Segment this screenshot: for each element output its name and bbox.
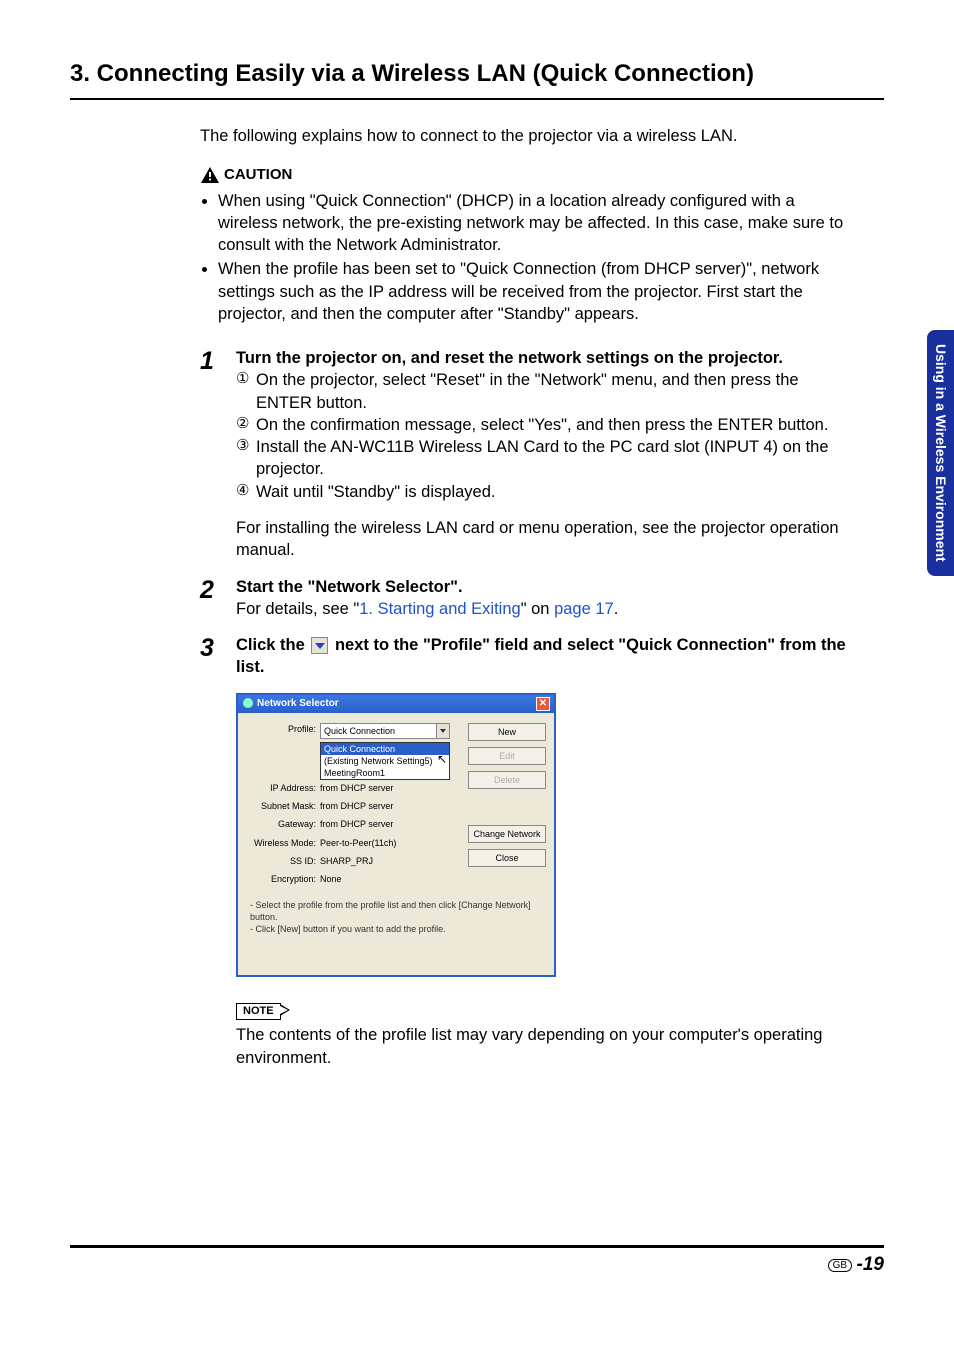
dropdown-icon — [311, 637, 328, 654]
network-selector-window: Network Selector ✕ Profile: Quick Connec… — [236, 693, 556, 978]
field-value: Peer-to-Peer(11ch) — [320, 837, 458, 849]
circled-number: ④ — [236, 481, 256, 503]
substep-text: On the confirmation message, select "Yes… — [256, 414, 828, 436]
delete-button[interactable]: Delete — [468, 771, 546, 789]
substep-text: Wait until "Standby" is displayed. — [256, 481, 495, 503]
field-label: Subnet Mask: — [246, 800, 320, 812]
titlebar: Network Selector ✕ — [238, 695, 554, 713]
circled-number: ② — [236, 414, 256, 436]
profile-label: Profile: — [246, 723, 320, 739]
cursor-icon: ↖ — [437, 751, 447, 767]
chevron-down-icon[interactable] — [436, 724, 449, 738]
new-button[interactable]: New — [468, 723, 546, 741]
caution-item: When the profile has been set to "Quick … — [218, 258, 854, 325]
close-button[interactable]: ✕ — [536, 697, 550, 711]
warning-icon — [200, 166, 220, 184]
field-label: SS ID: — [246, 855, 320, 867]
profile-dropdown-list[interactable]: Quick Connection (Existing Network Setti… — [320, 742, 450, 780]
change-network-button[interactable]: Change Network — [468, 825, 546, 843]
intro-text: The following explains how to connect to… — [200, 125, 854, 147]
field-label: Wireless Mode: — [246, 837, 320, 849]
close-button[interactable]: Close — [468, 849, 546, 867]
edit-button[interactable]: Edit — [468, 747, 546, 765]
step-3: 3 Click the next to the "Profile" field … — [200, 634, 854, 679]
caution-label: CAUTION — [200, 165, 854, 185]
step-title: Click the next to the "Profile" field an… — [236, 634, 854, 679]
note-arrow-icon — [280, 1004, 290, 1016]
caution-text: CAUTION — [224, 165, 292, 185]
step-number: 1 — [200, 347, 236, 561]
field-label: Gateway: — [246, 818, 320, 830]
dropdown-option[interactable]: MeetingRoom1 — [321, 767, 449, 779]
step-title: Start the "Network Selector". — [236, 576, 854, 598]
profile-dropdown[interactable]: Quick Connection — [320, 723, 450, 739]
section-side-tab: Using in a Wireless Environment — [927, 330, 954, 576]
dropdown-option[interactable]: Quick Connection — [321, 743, 449, 755]
app-icon — [242, 697, 254, 709]
circled-number: ① — [236, 369, 256, 414]
field-label: Encryption: — [246, 873, 320, 885]
page-number: -19 — [857, 1254, 884, 1275]
substep-text: Install the AN-WC11B Wireless LAN Card t… — [256, 436, 854, 481]
field-value: from DHCP server — [320, 782, 458, 794]
field-label: IP Address: — [246, 782, 320, 794]
note-label: NOTE — [236, 1003, 281, 1020]
xref-link[interactable]: 1. Starting and Exiting — [359, 600, 520, 618]
page-footer: GB -19 — [70, 1245, 884, 1276]
step-1: 1 Turn the projector on, and reset the n… — [200, 347, 854, 561]
step-detail: For details, see "1. Starting and Exitin… — [236, 598, 854, 620]
substep-text: On the projector, select "Reset" in the … — [256, 369, 854, 414]
page-language: GB — [828, 1259, 852, 1272]
field-value: SHARP_PRJ — [320, 855, 458, 867]
page-link[interactable]: page 17 — [554, 600, 614, 618]
section-heading: 3. Connecting Easily via a Wireless LAN … — [70, 60, 884, 96]
step-followup: For installing the wireless LAN card or … — [236, 517, 854, 562]
help-text: - Select the profile from the profile li… — [238, 899, 554, 975]
dropdown-option[interactable]: (Existing Network Setting5) — [321, 755, 449, 767]
note-text: The contents of the profile list may var… — [200, 1024, 854, 1069]
step-number: 3 — [200, 634, 236, 679]
caution-item: When using "Quick Connection" (DHCP) in … — [218, 190, 854, 257]
circled-number: ③ — [236, 436, 256, 481]
step-title: Turn the projector on, and reset the net… — [236, 347, 854, 369]
step-2: 2 Start the "Network Selector". For deta… — [200, 576, 854, 621]
field-value: from DHCP server — [320, 818, 458, 830]
field-value: None — [320, 873, 458, 885]
field-value: from DHCP server — [320, 800, 458, 812]
window-title: Network Selector — [242, 697, 339, 711]
step-number: 2 — [200, 576, 236, 621]
caution-bullets: When using "Quick Connection" (DHCP) in … — [200, 190, 854, 326]
